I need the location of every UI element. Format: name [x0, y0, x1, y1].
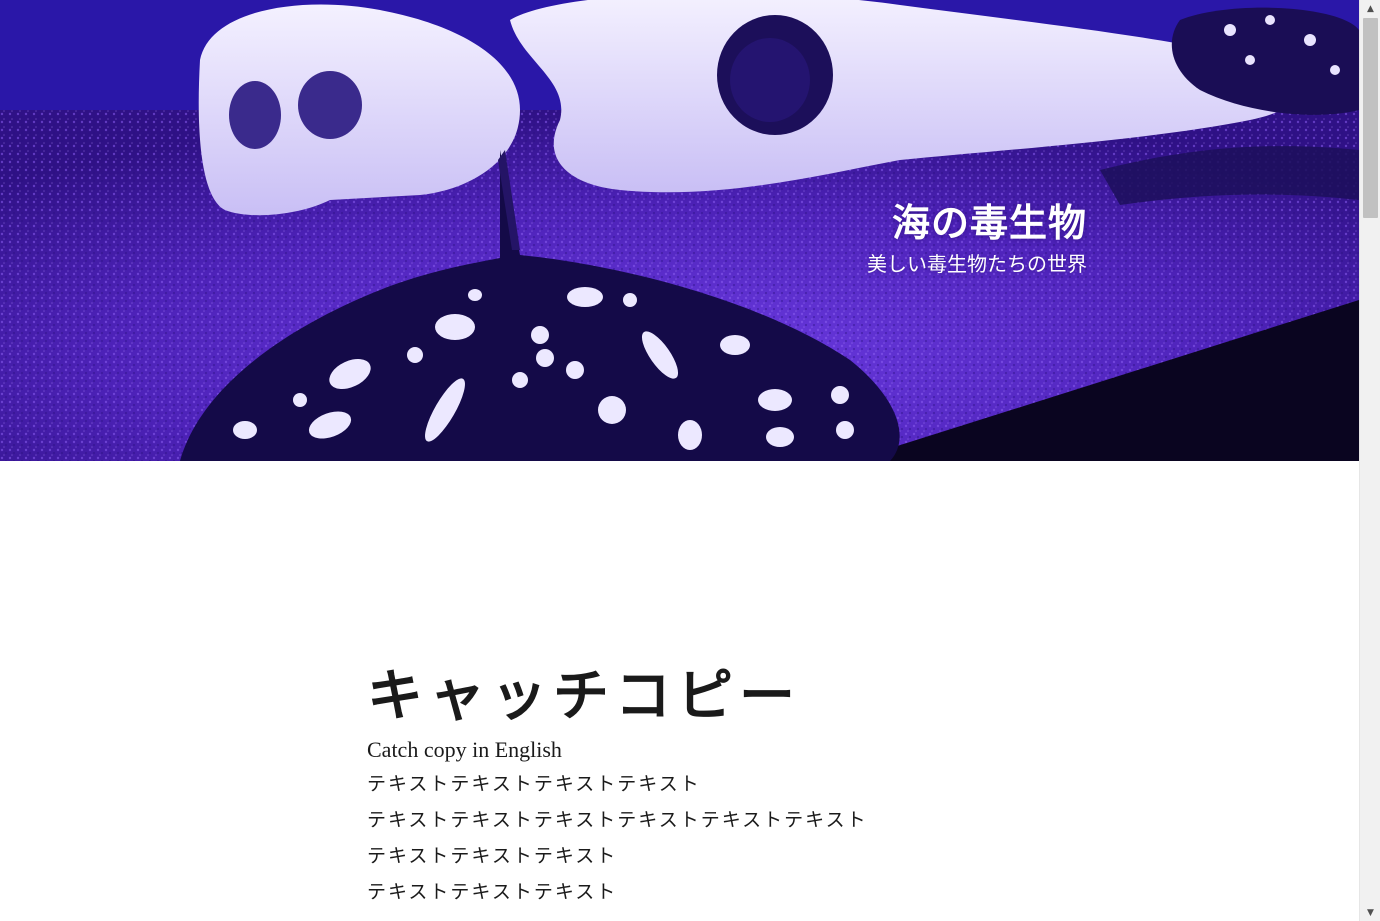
body-text: テキストテキストテキストテキスト テキストテキストテキストテキストテキストテキス… [367, 766, 1087, 910]
catch-copy-english: Catch copy in English [367, 737, 562, 762]
text-line: テキストテキストテキストテキストテキストテキスト [367, 809, 868, 831]
text-line: テキストテキストテキスト [367, 845, 618, 867]
site-subtitle: 美しい毒生物たちの世界 [867, 252, 1087, 276]
catch-copy-heading: キャッチコピー [367, 663, 801, 729]
site-title: 海の毒生物 [891, 200, 1087, 245]
scroll-thumb[interactable] [1363, 18, 1378, 218]
scroll-down-arrow-icon[interactable]: ▼ [1360, 904, 1380, 921]
scroll-up-arrow-icon[interactable]: ▲ [1360, 0, 1380, 17]
text-line: テキストテキストテキスト [367, 881, 618, 903]
catch-copy-section: キャッチコピー Catch copy in English テキストテキストテキ… [367, 660, 1087, 910]
text-line: テキストテキストテキストテキスト [367, 773, 701, 795]
hero-banner: 海の毒生物 美しい毒生物たちの世界 [0, 0, 1359, 461]
vertical-scrollbar[interactable]: ▲ ▼ [1359, 0, 1380, 921]
